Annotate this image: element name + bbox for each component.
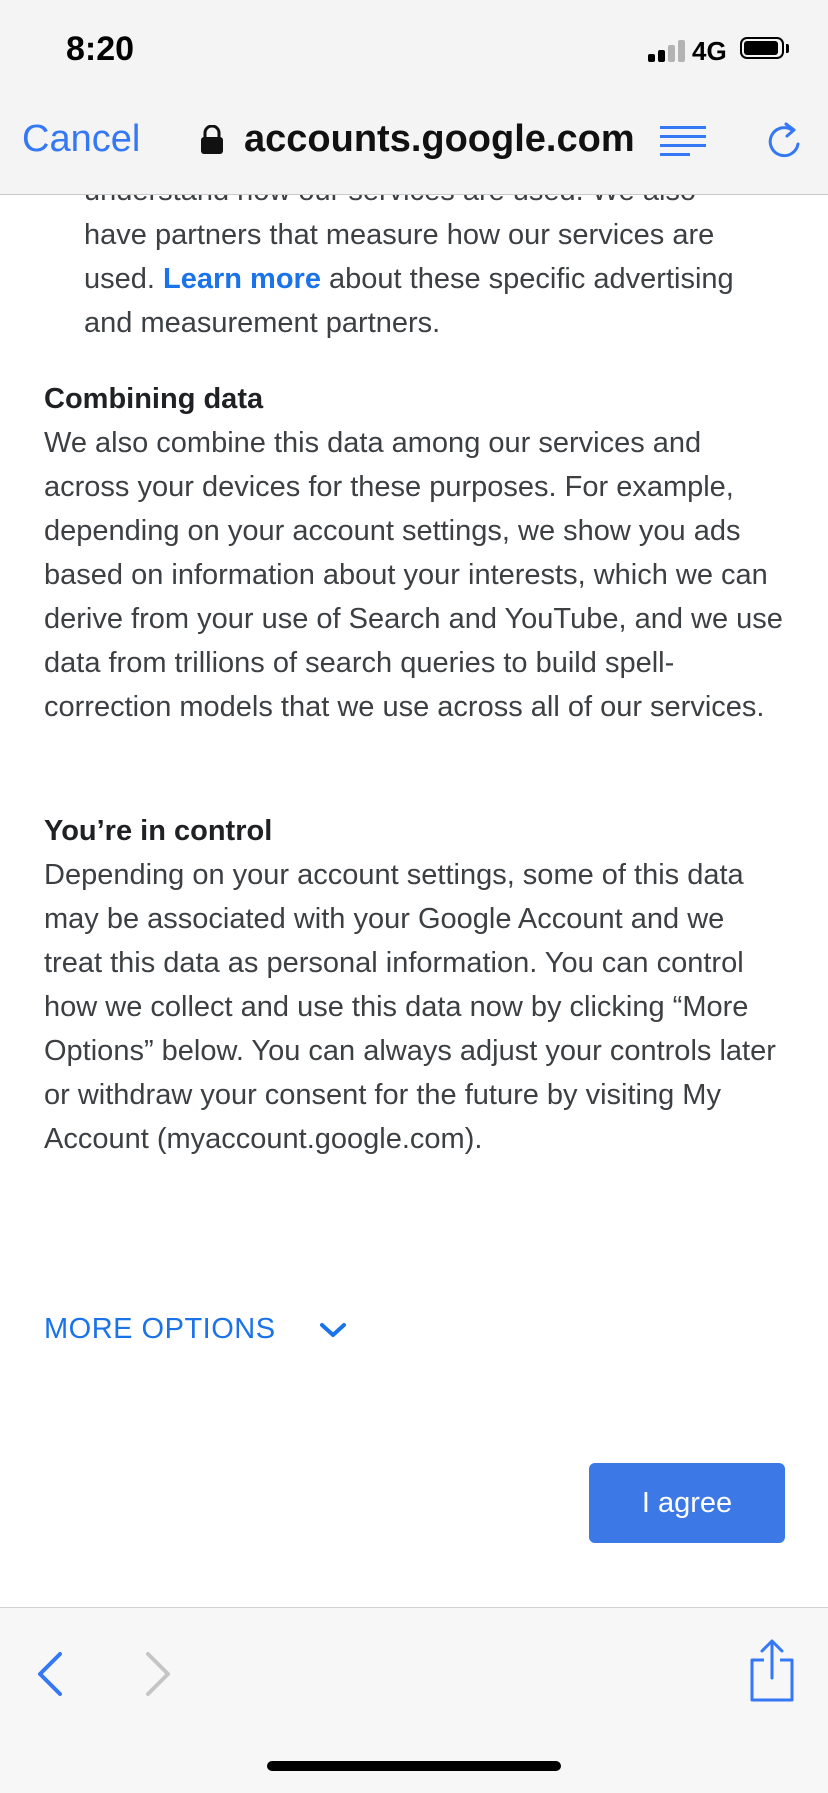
page-content: understand how our services are used. We…: [0, 195, 828, 1605]
browser-nav-bar: Cancel accounts.google.com: [0, 96, 828, 195]
lock-icon: [201, 124, 223, 154]
in-control-section: You’re in control Depending on your acco…: [44, 809, 784, 1161]
clock: 8:20: [66, 30, 135, 68]
learn-more-link[interactable]: Learn more: [163, 263, 321, 295]
combining-data-heading: Combining data: [44, 383, 264, 415]
forward-chevron-icon[interactable]: [140, 1646, 176, 1702]
reader-mode-icon[interactable]: [660, 126, 706, 158]
signal-icon: [648, 40, 688, 62]
status-bar: 8:20 4G: [0, 0, 828, 96]
more-options-toggle[interactable]: MORE OPTIONS: [44, 1313, 348, 1346]
more-options-label: MORE OPTIONS: [44, 1313, 276, 1345]
cut-off-line: understand how our services are used. We…: [84, 195, 696, 207]
in-control-heading: You’re in control: [44, 815, 273, 847]
cancel-button[interactable]: Cancel: [22, 118, 140, 161]
chevron-down-icon: [319, 1322, 346, 1337]
in-control-body: Depending on your account settings, some…: [44, 859, 776, 1155]
share-icon[interactable]: [746, 1638, 798, 1704]
url-display[interactable]: accounts.google.com: [200, 118, 635, 161]
partners-paragraph: understand how our services are used. We…: [84, 195, 784, 345]
back-chevron-icon[interactable]: [32, 1646, 68, 1702]
network-type: 4G: [692, 36, 727, 66]
combining-data-body: We also combine this data among our serv…: [44, 427, 783, 723]
battery-icon: [740, 37, 790, 61]
i-agree-button[interactable]: I agree: [589, 1463, 785, 1543]
combining-data-section: Combining data We also combine this data…: [44, 377, 784, 729]
home-indicator[interactable]: [267, 1761, 561, 1771]
url-text: accounts.google.com: [244, 118, 635, 160]
reload-icon[interactable]: [762, 120, 806, 164]
